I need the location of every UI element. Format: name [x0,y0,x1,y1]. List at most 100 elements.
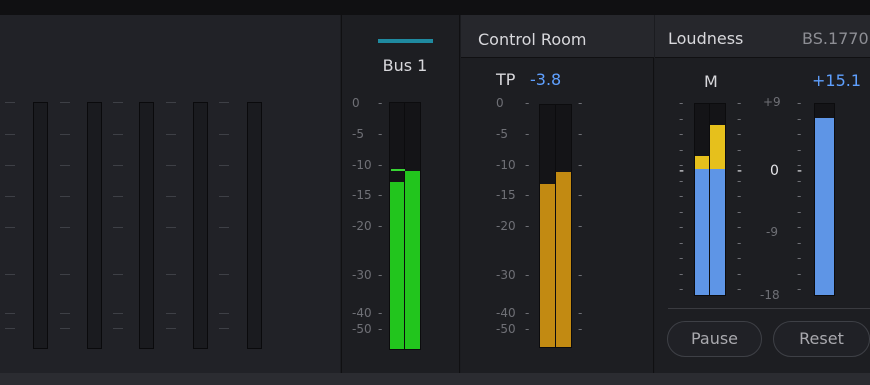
loudness-panel [655,15,870,373]
scale-tick [166,102,176,103]
scale-tick [113,328,123,329]
scale-tick [219,227,229,228]
momentary-meter-right-blue [710,169,725,295]
track-meter[interactable] [87,102,102,349]
bus-meter-left-fill [390,182,405,349]
scale-tick [166,328,176,329]
track-meter[interactable] [139,102,154,349]
loudness-tick-a: - [679,189,684,203]
loudness-tick-b: - [737,127,742,141]
loudness-tick-a: - [679,205,684,219]
scale-tick [166,274,176,275]
bus-meter-right[interactable] [404,102,421,350]
scale-tick [60,313,70,314]
track-meter[interactable] [247,102,262,349]
scale-tick [166,227,176,228]
control-room-scale-dot: - [525,219,530,233]
control-room-scale-dot: - [525,96,530,110]
scale-tick [5,196,15,197]
control-room-scale-dot: - [525,158,530,172]
scale-tick [113,196,123,197]
loudness-zero-tick: - [737,163,743,179]
scale-tick [5,328,15,329]
scale-tick [60,196,70,197]
scale-tick [166,134,176,135]
control-room-meter-left[interactable] [539,104,556,348]
loudness-tick-a: - [679,127,684,141]
track-meter[interactable] [33,102,48,349]
loudness-tick-b: - [737,251,742,265]
control-room-title: Control Room [478,30,587,49]
control-room-scale-dot: - [525,127,530,141]
loudness-tick-c: - [797,220,802,234]
loudness-standard-clip[interactable]: BS.1770 [802,26,870,50]
loudness-tick-c: - [797,189,802,203]
control-room-scale-dot-right: - [578,219,583,233]
control-room-meter-left-fill [540,184,555,347]
integrated-meter[interactable] [814,103,835,296]
tp-value: -3.8 [530,70,562,89]
loudness-tick-a: - [679,220,684,234]
loudness-tick-c: - [797,236,802,250]
control-room-scale-dot: - [525,322,530,336]
loudness-standard: BS.1770 [802,29,869,48]
control-room-meter-right[interactable] [555,104,572,348]
loudness-tick-c: - [797,282,802,296]
scale-tick [5,134,15,135]
bus-scale-dot: - [378,268,383,282]
loudness-tick-a: - [679,143,684,157]
control-room-scale-dot-right: - [578,306,583,320]
loudness-tick-b: - [737,267,742,281]
momentary-meter-left-yellow [695,156,710,169]
loudness-tick-a: - [679,251,684,265]
scale-tick [60,274,70,275]
loudness-tick-b: - [737,96,742,110]
scale-tick [5,102,15,103]
scale-tick [219,102,229,103]
scale-tick [5,313,15,314]
scale-tick [60,102,70,103]
pause-button[interactable]: Pause [667,321,762,357]
scale-tick [60,165,70,166]
scale-tick [166,165,176,166]
bus-scale-dot: - [378,127,383,141]
scale-tick [113,313,123,314]
momentary-label: M [704,72,718,91]
bus-peak-hold [391,169,405,171]
scale-tick [166,313,176,314]
scale-tick [5,165,15,166]
control-room-scale-dot-right: - [578,127,583,141]
reset-button[interactable]: Reset [773,321,870,357]
scale-tick [60,227,70,228]
momentary-meter-right-yellow [710,125,725,169]
loudness-tick-a: - [679,267,684,281]
loudness-tick-b: - [737,143,742,157]
loudness-tick-b: - [737,236,742,250]
scale-tick [113,134,123,135]
loudness-scale-label: 0 [770,163,779,179]
scale-tick [219,313,229,314]
loudness-value: +15.1 [812,71,862,90]
scale-tick [166,196,176,197]
control-room-scale-dot: - [525,268,530,282]
bus-scale-dot: - [378,322,383,336]
loudness-tick-c: - [797,112,802,126]
bus-scale-dot: - [378,219,383,233]
scale-tick [219,196,229,197]
control-room-scale-dot-right: - [578,322,583,336]
integrated-meter-fill [815,118,834,295]
loudness-tick-a: - [679,112,684,126]
loudness-tick-a: - [679,282,684,296]
scale-tick [113,274,123,275]
momentary-meter-right[interactable] [709,103,726,296]
bus-meter-right-fill [405,171,420,349]
top-strip [0,0,870,15]
track-meter[interactable] [193,102,208,349]
bus-color-indicator [378,39,433,43]
scale-tick [5,274,15,275]
loudness-tick-c: - [797,127,802,141]
control-room-scale-dot: - [525,188,530,202]
loudness-tick-b: - [737,189,742,203]
scale-tick [113,165,123,166]
loudness-tick-a: - [679,96,684,110]
